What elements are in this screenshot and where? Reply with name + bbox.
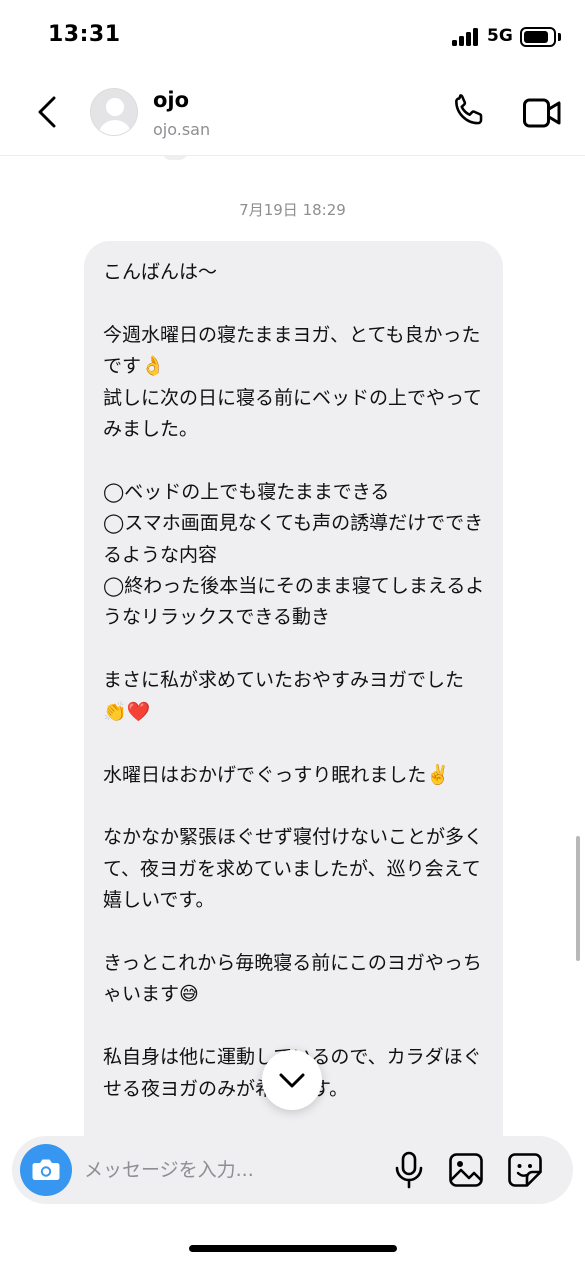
sticker-icon — [508, 1153, 542, 1187]
home-indicator — [189, 1245, 397, 1252]
video-camera-icon — [523, 98, 561, 128]
sticker-button[interactable] — [507, 1152, 543, 1188]
battery-level — [524, 31, 548, 43]
avatar-placeholder-body — [98, 120, 132, 135]
camera-button[interactable] — [20, 1144, 72, 1196]
battery-icon — [520, 27, 556, 47]
previous-message-reaction[interactable] — [160, 156, 190, 162]
voice-message-button[interactable] — [392, 1151, 426, 1189]
voice-call-button[interactable] — [450, 94, 488, 132]
back-chevron-icon — [38, 96, 56, 128]
battery-cap — [558, 33, 561, 41]
avatar-placeholder-head — [106, 98, 124, 116]
chat-header: ojo ojo.san — [0, 72, 585, 156]
message-text: こんばんは〜 今週水曜日の寝たままヨガ、とても良かったです👌 試しに次の日に寝る… — [103, 261, 485, 1100]
back-button[interactable] — [28, 90, 68, 134]
avatar[interactable] — [90, 88, 138, 136]
network-label: 5G — [487, 26, 513, 46]
cellular-signal-icon — [452, 28, 480, 46]
contact-username[interactable]: ojo.san — [153, 120, 210, 139]
received-message-bubble[interactable]: こんばんは〜 今週水曜日の寝たままヨガ、とても良かったです👌 試しに次の日に寝る… — [84, 241, 503, 1136]
message-timestamp: 7月19日 18:29 — [239, 201, 346, 219]
status-bar: 13:31 5G — [0, 0, 585, 72]
chevron-down-icon — [279, 1073, 305, 1088]
message-composer — [12, 1136, 573, 1204]
image-icon — [449, 1153, 483, 1187]
message-list[interactable]: 7月19日 18:29 こんばんは〜 今週水曜日の寝たままヨガ、とても良かったで… — [0, 156, 585, 1136]
message-input[interactable] — [84, 1150, 384, 1190]
camera-icon — [32, 1159, 60, 1180]
status-time: 13:31 — [48, 22, 121, 47]
scrollbar[interactable] — [576, 836, 580, 961]
microphone-icon — [395, 1151, 423, 1189]
scroll-to-bottom-button[interactable] — [262, 1050, 322, 1110]
dm-thread-screen: 13:31 5G ojo ojo.san 7月19日 18:29 こんばんは〜 … — [0, 0, 585, 1266]
contact-name[interactable]: ojo — [153, 88, 189, 112]
gallery-button[interactable] — [448, 1152, 484, 1188]
video-call-button[interactable] — [522, 96, 562, 130]
phone-icon — [455, 94, 483, 125]
